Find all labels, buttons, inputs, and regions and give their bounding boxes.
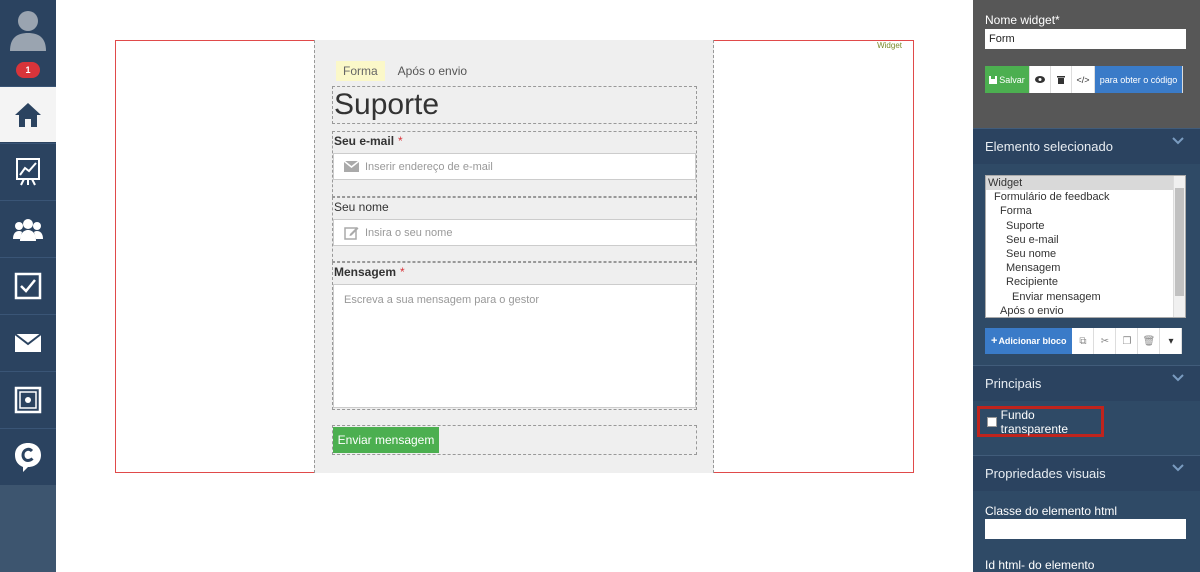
eye-icon xyxy=(1035,76,1045,83)
tree-item[interactable]: Seu nome xyxy=(986,247,1185,261)
caret-down-icon: ▾ xyxy=(1168,335,1174,347)
tree-item[interactable]: Widget xyxy=(986,176,1185,191)
trash-icon xyxy=(1057,76,1065,84)
sidebar-item-tasks[interactable] xyxy=(0,257,56,313)
widget-action-buttons: Salvar </> para obter o código xyxy=(985,66,1183,93)
section-selected-element-title: Elemento selecionado xyxy=(985,139,1113,154)
sidebar-item-mail[interactable] xyxy=(0,314,56,370)
sidebar-item-safe[interactable] xyxy=(0,371,56,427)
transparent-bg-checkbox[interactable] xyxy=(987,416,997,427)
email-label: Seu e-mail * xyxy=(334,134,403,148)
sidebar-item-users[interactable] xyxy=(0,200,56,256)
checkbox-icon xyxy=(14,272,42,299)
widget-settings: Nome widget* Form Salvar </> para obter … xyxy=(973,0,1200,130)
save-icon xyxy=(989,75,998,84)
section-principais[interactable]: Principais xyxy=(973,365,1200,401)
plus-icon: + xyxy=(991,335,998,347)
avatar[interactable] xyxy=(0,0,56,58)
tree-scrollbar-thumb[interactable] xyxy=(1175,188,1184,296)
chevron-down-icon xyxy=(1172,374,1184,382)
delete-widget-button[interactable] xyxy=(1051,66,1072,93)
sidebar-item-reports[interactable] xyxy=(0,143,56,199)
form-title: Suporte xyxy=(334,88,440,121)
message-placeholder: Escreva a sua mensagem para o gestor xyxy=(344,294,540,306)
save-button[interactable]: Salvar xyxy=(985,66,1030,93)
element-tree[interactable]: Widget Formulário de feedback Forma Supo… xyxy=(985,175,1186,318)
cut-button[interactable]: ✂ xyxy=(1094,328,1117,354)
html-class-label: Classe do elemento html xyxy=(985,504,1118,518)
widget-tag: Widget xyxy=(874,41,905,50)
section-selected-element[interactable]: Elemento selecionado xyxy=(973,128,1200,164)
scissors-icon: ✂ xyxy=(1100,335,1110,347)
chevron-down-icon xyxy=(1172,137,1184,145)
widget-name-input[interactable]: Form xyxy=(985,29,1186,49)
preview-button[interactable] xyxy=(1030,66,1051,93)
name-placeholder: Insira o seu nome xyxy=(365,226,453,239)
send-message-button[interactable]: Enviar mensagem xyxy=(333,427,439,453)
home-icon xyxy=(15,102,41,127)
name-input[interactable]: Insira o seu nome xyxy=(333,219,696,246)
left-sidebar: 1 xyxy=(0,0,56,572)
section-visual-props[interactable]: Propriedades visuais xyxy=(973,455,1200,491)
sidebar-item-chat[interactable] xyxy=(0,428,56,484)
form-tabs: Forma Após o envio xyxy=(336,61,474,81)
tree-item[interactable]: Mensagem xyxy=(986,261,1185,275)
delete-block-button[interactable]: 🗑 xyxy=(1138,328,1161,354)
email-placeholder: Inserir endereço de e-mail xyxy=(365,160,493,173)
add-block-button[interactable]: + Adicionar bloco xyxy=(985,328,1073,354)
tree-item[interactable]: Formulário de feedback xyxy=(986,190,1185,204)
message-textarea[interactable]: Escreva a sua mensagem para o gestor xyxy=(333,284,696,408)
users-icon xyxy=(13,218,43,241)
block-toolbar: + Adicionar bloco ⧉ ✂ ❐ 🗑 ▾ xyxy=(985,328,1183,354)
copy-button[interactable]: ⧉ xyxy=(1072,328,1095,354)
tree-item[interactable]: Forma xyxy=(986,204,1185,218)
tree-item[interactable]: Recipiente xyxy=(986,275,1185,289)
chart-icon xyxy=(16,157,40,185)
widget-name-label: Nome widget* xyxy=(985,13,1060,27)
tree-item[interactable]: Após o envio xyxy=(986,304,1185,317)
chevron-down-icon xyxy=(1172,464,1184,472)
tree-item[interactable]: Enviar mensagem xyxy=(986,290,1185,304)
message-label: Mensagem * xyxy=(334,265,405,279)
transparent-bg-label[interactable]: Fundo transparente xyxy=(1001,408,1101,436)
name-label: Seu nome xyxy=(334,200,389,214)
code-button[interactable]: </> xyxy=(1072,66,1095,93)
email-input[interactable]: Inserir endereço de e-mail xyxy=(333,153,696,180)
copy-icon: ⧉ xyxy=(1079,335,1087,347)
envelope-icon xyxy=(343,159,359,175)
chat-logo-icon xyxy=(15,442,41,472)
paste-icon: ❐ xyxy=(1122,335,1132,347)
html-class-input[interactable] xyxy=(985,519,1186,539)
notification-badge[interactable]: 1 xyxy=(16,62,40,78)
tab-forma[interactable]: Forma xyxy=(336,61,385,81)
transparent-bg-highlight: Fundo transparente xyxy=(977,406,1104,437)
edit-icon xyxy=(343,225,359,241)
sidebar-item-home[interactable] xyxy=(0,86,56,142)
section-visual-props-title: Propriedades visuais xyxy=(985,466,1106,481)
section-principais-title: Principais xyxy=(985,376,1042,391)
user-icon xyxy=(10,11,46,51)
tree-item[interactable]: Seu e-mail xyxy=(986,233,1185,247)
tree-scrollbar[interactable] xyxy=(1173,176,1185,317)
paste-button[interactable]: ❐ xyxy=(1116,328,1139,354)
get-code-button[interactable]: para obter o código xyxy=(1095,66,1183,93)
sidebar-footer xyxy=(0,485,56,572)
html-id-label: Id html- do elemento xyxy=(985,558,1095,572)
mail-icon xyxy=(14,332,42,352)
more-dropdown-button[interactable]: ▾ xyxy=(1160,328,1183,354)
trash-icon: 🗑 xyxy=(1142,335,1156,347)
tab-apos-envio[interactable]: Após o envio xyxy=(391,61,474,81)
code-icon: </> xyxy=(1076,74,1090,85)
tree-item[interactable]: Suporte xyxy=(986,219,1185,233)
safe-icon xyxy=(14,386,42,413)
